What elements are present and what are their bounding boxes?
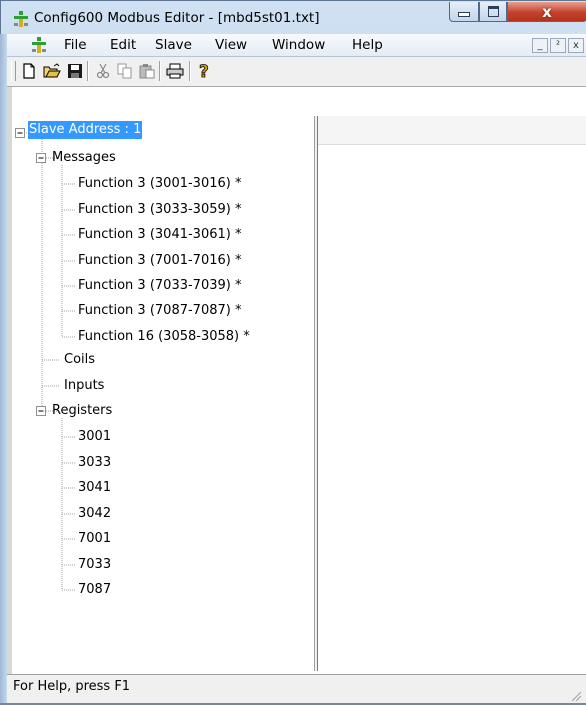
save-icon[interactable] [65,61,85,81]
tree-node-register[interactable]: 3001 [78,428,111,446]
toolbar-separator [189,61,191,81]
window-title: Config600 Modbus Editor - [mbd5st01.txt] [34,10,320,26]
minimize-icon [458,12,470,17]
menu-view[interactable]: View [215,37,247,53]
tree-node-message[interactable]: Function 3 (3001-3016) * [78,175,241,193]
tree-node-register[interactable]: 3042 [78,505,111,523]
expand-icon[interactable] [36,406,46,416]
tree-node-register[interactable]: 3041 [78,479,111,497]
mdi-restore-button[interactable]: ² [550,38,566,53]
document-icon[interactable] [32,37,46,53]
menu-edit[interactable]: Edit [110,37,136,53]
tree-node-message[interactable]: Function 3 (7001-7016) * [78,252,241,270]
tree-node-register[interactable]: 3033 [78,454,111,472]
tree-node-message[interactable]: Function 3 (7087-7087) * [78,302,241,320]
expand-icon[interactable] [15,128,25,138]
tree-node-message[interactable]: Function 16 (3058-3058) * [78,328,250,346]
print-icon[interactable] [165,61,185,81]
tree-node-register[interactable]: 7033 [78,556,111,574]
maximize-icon [487,6,499,17]
toolbar-separator [159,61,161,81]
detail-header [318,116,586,145]
resize-grip-icon[interactable] [568,690,582,702]
tree-node-message[interactable]: Function 3 (3041-3061) * [78,226,241,244]
copy-icon[interactable] [115,61,135,81]
tree-pane[interactable]: Slave Address : 1 Messages Function 3 (3… [12,116,315,671]
close-button[interactable]: x [507,2,586,22]
toolbar-separator [87,61,89,81]
minimize-button[interactable] [449,2,479,22]
open-icon[interactable] [42,61,62,81]
app-icon [14,11,28,27]
mdi-minimize-button[interactable]: _ [532,38,548,53]
mdi-close-button[interactable]: x [568,38,584,53]
new-icon[interactable] [19,61,39,81]
toolbar: ? [7,57,586,87]
close-icon: x [542,2,552,21]
detail-pane[interactable] [318,116,586,671]
window-frame [0,34,7,703]
svg-text:?: ? [199,62,209,80]
tree-node-slave-address[interactable]: Slave Address : 1 [28,121,143,139]
title-bar[interactable]: Config600 Modbus Editor - [mbd5st01.txt]… [1,1,586,35]
toolbar-grip[interactable] [11,61,16,81]
menu-slave[interactable]: Slave [155,37,192,53]
tree-node-messages[interactable]: Messages [52,149,116,167]
tree-node-message[interactable]: Function 3 (3033-3059) * [78,201,241,219]
cut-icon[interactable] [93,61,113,81]
tree-node-registers[interactable]: Registers [52,402,112,420]
status-text: For Help, press F1 [13,679,131,694]
menu-help[interactable]: Help [352,37,383,53]
help-icon[interactable]: ? [194,61,214,81]
paste-icon[interactable] [137,61,157,81]
tree-node-register[interactable]: 7001 [78,530,111,548]
maximize-button[interactable] [479,2,507,22]
tree-node-register[interactable]: 7087 [78,581,111,599]
menu-bar: File Edit Slave View Window Help _ ² x [7,34,586,57]
tree-node-message[interactable]: Function 3 (7033-7039) * [78,277,241,295]
expand-icon[interactable] [36,153,46,163]
menu-file[interactable]: File [64,37,87,53]
menu-window[interactable]: Window [272,37,325,53]
tree-node-inputs[interactable]: Inputs [64,377,104,395]
tree-node-coils[interactable]: Coils [64,351,95,369]
tree-lines [15,128,76,591]
